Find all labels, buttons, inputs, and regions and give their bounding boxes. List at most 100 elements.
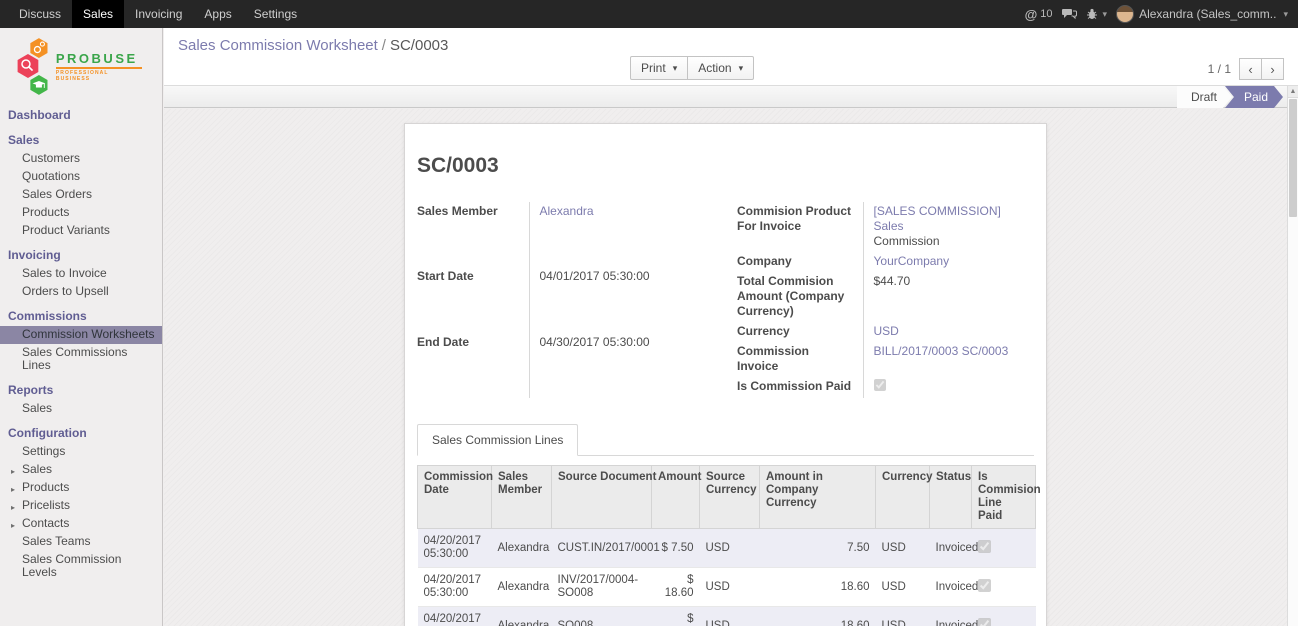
column-header-commission-date[interactable]: Commission Date [418,466,492,529]
sidebar-item-label: Quotations [22,169,80,183]
sidebar-section-configuration[interactable]: Configuration [0,423,162,443]
table-row[interactable]: 04/20/2017 05:30:00AlexandraCUST.IN/2017… [418,529,1036,568]
cell-amount-company[interactable]: 18.60 [760,607,876,626]
sidebar-item-quotations[interactable]: Quotations [0,168,162,186]
cell-paid[interactable] [972,568,1036,607]
app-menu-invoicing[interactable]: Invoicing [124,0,193,28]
field-link-currency[interactable]: USD [874,324,899,338]
field-label: Total Commision Amount (Company Currency… [737,272,863,322]
cell-paid[interactable] [972,529,1036,568]
cell-status[interactable]: Invoiced [930,607,972,626]
cell-amount-company[interactable]: 18.60 [760,568,876,607]
app-menu-apps[interactable]: Apps [193,0,242,28]
breadcrumb-parent-link[interactable]: Sales Commission Worksheet [178,37,378,54]
field-row-end-date: End Date04/30/2017 05:30:00 [417,333,711,398]
tab-sales-commission-lines[interactable]: Sales Commission Lines [417,424,578,456]
column-header-sales-member[interactable]: Sales Member [492,466,552,529]
cell-source-document[interactable]: INV/2017/0004-SO008 [552,568,652,607]
column-header-status[interactable]: Status [930,466,972,529]
sidebar-item-orders-to-upsell[interactable]: Orders to Upsell [0,283,162,301]
user-menu[interactable]: Alexandra (Sales_comm.. ▾ [1116,5,1288,23]
sidebar-item-products[interactable]: ▸Products [0,479,162,497]
breadcrumb-current: SC/0003 [390,37,448,54]
column-header-amount[interactable]: Amount [652,466,700,529]
cell-status[interactable]: Invoiced [930,529,972,568]
cell-sales-member[interactable]: Alexandra [492,529,552,568]
debug-menu-button[interactable]: ▾ [1086,8,1108,20]
sidebar-item-pricelists[interactable]: ▸Pricelists [0,497,162,515]
field-label: Is Commission Paid [737,377,863,398]
sidebar-item-sales-commissions-lines[interactable]: Sales Commissions Lines [0,344,162,375]
cell-commission-date[interactable]: 04/20/2017 05:30:00 [418,568,492,607]
field-link-commision-product-for-invoice[interactable]: [SALES COMMISSION] Sales [874,204,1001,233]
cell-amount[interactable]: $ 18.60 [652,607,700,626]
field-link-sales-member[interactable]: Alexandra [540,204,594,218]
cell-source-currency[interactable]: USD [700,529,760,568]
sidebar-section-commissions[interactable]: Commissions [0,306,162,326]
cell-source-currency[interactable]: USD [700,568,760,607]
table-row[interactable]: 04/20/2017 10:35:53AlexandraSO008$ 18.60… [418,607,1036,626]
sidebar-item-contacts[interactable]: ▸Contacts [0,515,162,533]
sidebar-section-invoicing[interactable]: Invoicing [0,245,162,265]
field-row-sales-member: Sales MemberAlexandra [417,202,711,267]
vertical-scrollbar[interactable]: ▲ [1287,86,1298,626]
status-state-paid[interactable]: Paid [1225,86,1283,108]
mentions-button[interactable]: @ 10 [1025,7,1053,22]
cell-source-currency[interactable]: USD [700,607,760,626]
scrollbar-thumb[interactable] [1289,99,1297,217]
sidebar-section-dashboard[interactable]: Dashboard [0,105,162,125]
sidebar-item-customers[interactable]: Customers [0,150,162,168]
app-menu-discuss[interactable]: Discuss [8,0,72,28]
app-menu-settings[interactable]: Settings [243,0,308,28]
pager-next-button[interactable]: › [1261,58,1284,80]
breadcrumb-separator: / [378,37,390,54]
column-header-source-currency[interactable]: Source Currency [700,466,760,529]
cell-currency[interactable]: USD [876,607,930,626]
sidebar-item-products[interactable]: Products [0,204,162,222]
action-button[interactable]: Action ▾ [687,56,754,80]
field-label: Commision Product For Invoice [737,202,863,252]
field-row-company: CompanyYourCompany [737,252,1034,272]
sidebar-item-sales-teams[interactable]: Sales Teams [0,533,162,551]
cell-amount-company[interactable]: 7.50 [760,529,876,568]
column-header-currency[interactable]: Currency [876,466,930,529]
cell-amount[interactable]: $ 18.60 [652,568,700,607]
sidebar-section-sales[interactable]: Sales [0,130,162,150]
field-text: 04/30/2017 05:30:00 [540,335,650,349]
app-menu-sales[interactable]: Sales [72,0,124,28]
column-header-amount-in-company-currency[interactable]: Amount in Company Currency [760,466,876,529]
sidebar-item-label: Sales [22,462,52,476]
table-row[interactable]: 04/20/2017 05:30:00AlexandraINV/2017/000… [418,568,1036,607]
cell-source-document[interactable]: SO008 [552,607,652,626]
cell-sales-member[interactable]: Alexandra [492,607,552,626]
probuse-logo[interactable]: PROBUSE PROFESSIONAL BUSINESS [17,37,145,97]
sidebar-item-sales-commission-levels[interactable]: Sales Commission Levels [0,551,162,582]
cell-source-document[interactable]: CUST.IN/2017/0001 [552,529,652,568]
column-header-source-document[interactable]: Source Document [552,466,652,529]
field-checkbox-is-commission-paid [874,379,886,391]
pager-prev-button[interactable]: ‹ [1239,58,1262,80]
status-state-draft[interactable]: Draft [1177,86,1232,108]
sidebar-section-reports[interactable]: Reports [0,380,162,400]
sidebar-item-product-variants[interactable]: Product Variants [0,222,162,240]
field-link-company[interactable]: YourCompany [874,254,950,268]
sidebar-item-settings[interactable]: Settings [0,443,162,461]
cell-commission-date[interactable]: 04/20/2017 05:30:00 [418,529,492,568]
cell-currency[interactable]: USD [876,568,930,607]
print-button[interactable]: Print ▾ [630,56,688,80]
sidebar-item-sales-to-invoice[interactable]: Sales to Invoice [0,265,162,283]
sidebar-item-sales[interactable]: Sales [0,400,162,418]
cell-commission-date[interactable]: 04/20/2017 10:35:53 [418,607,492,626]
sidebar-item-commission-worksheets[interactable]: Commission Worksheets [0,326,162,344]
sidebar-item-sales-orders[interactable]: Sales Orders [0,186,162,204]
messages-button[interactable] [1062,8,1077,20]
sidebar-item-sales[interactable]: ▸Sales [0,461,162,479]
cell-currency[interactable]: USD [876,529,930,568]
column-header-is-commision-line-paid[interactable]: Is Commision Line Paid [972,466,1036,529]
scrollbar-up-button[interactable]: ▲ [1288,86,1298,98]
sidebar-item-label: Sales Commission Levels [22,552,121,579]
cell-sales-member[interactable]: Alexandra [492,568,552,607]
cell-paid[interactable] [972,607,1036,626]
cell-status[interactable]: Invoiced [930,568,972,607]
field-link-commission-invoice[interactable]: BILL/2017/0003 SC/0003 [874,344,1009,358]
